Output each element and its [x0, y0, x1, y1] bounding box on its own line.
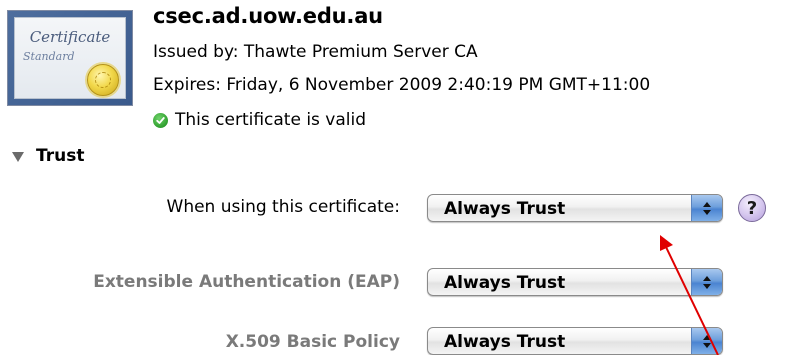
trust-section-toggle[interactable]: Trust: [12, 146, 84, 166]
trust-section-title: Trust: [36, 146, 85, 166]
certificate-name: csec.ad.uow.edu.au: [153, 4, 383, 28]
chevron-up-icon: [703, 275, 711, 281]
seal-icon: [87, 64, 119, 96]
trust-row-label-x509: X.509 Basic Policy: [225, 332, 400, 352]
certificate-icon: Certificate Standard: [7, 10, 133, 106]
help-button[interactable]: ?: [738, 194, 766, 222]
when-using-trust-popup[interactable]: Always Trust: [427, 194, 723, 222]
certificate-icon-subtext: Standard: [23, 50, 75, 63]
trust-row-label-when-using: When using this certificate:: [166, 197, 400, 217]
chevron-down-icon: [703, 209, 711, 215]
eap-trust-popup[interactable]: Always Trust: [427, 268, 723, 296]
popup-stepper-icon: [691, 269, 722, 295]
certificate-status: This certificate is valid: [153, 110, 366, 130]
certificate-expiry: Expires: Friday, 6 November 2009 2:40:19…: [153, 75, 651, 95]
help-icon: ?: [746, 197, 758, 219]
chevron-up-icon: [703, 334, 711, 340]
popup-value: Always Trust: [444, 199, 566, 219]
chevron-down-icon: [703, 342, 711, 348]
x509-basic-policy-trust-popup[interactable]: Always Trust: [427, 327, 723, 355]
disclosure-triangle-down-icon[interactable]: [12, 152, 24, 162]
popup-stepper-icon: [691, 195, 722, 221]
certificate-status-text: This certificate is valid: [175, 110, 367, 130]
certificate-issuer: Issued by: Thawte Premium Server CA: [153, 42, 478, 62]
chevron-down-icon: [703, 283, 711, 289]
popup-value: Always Trust: [444, 332, 566, 352]
check-circle-icon: [153, 112, 168, 128]
certificate-paper: Certificate Standard: [14, 17, 126, 99]
popup-value: Always Trust: [444, 273, 566, 293]
certificate-icon-text: Certificate: [29, 28, 111, 46]
popup-stepper-icon: [691, 328, 722, 354]
trust-row-label-eap: Extensible Authentication (EAP): [93, 272, 400, 292]
chevron-up-icon: [703, 201, 711, 207]
